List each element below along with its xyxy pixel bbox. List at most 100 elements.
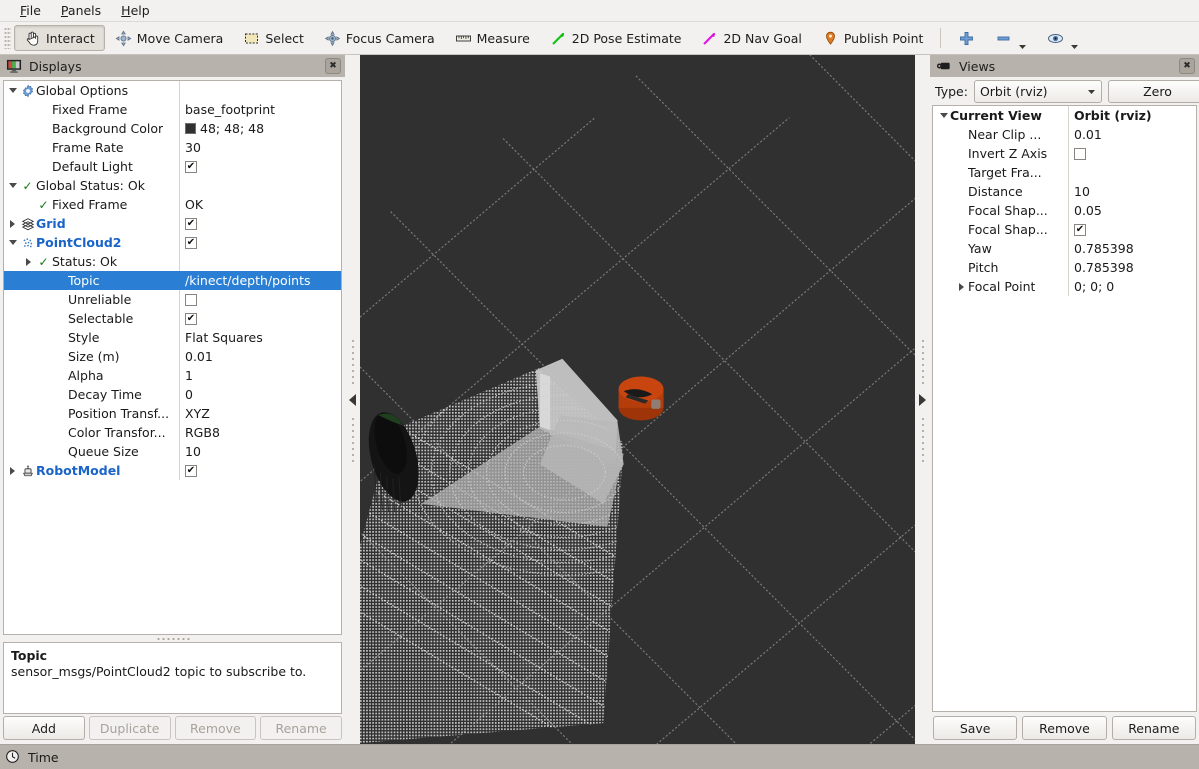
row-value-cell[interactable]: ✔ <box>179 157 341 176</box>
display-row-decay-time[interactable]: Decay Time 0 <box>4 385 341 404</box>
display-row-status-ok[interactable]: ✓ Status: Ok <box>4 252 341 271</box>
tool-focus-camera[interactable]: Focus Camera <box>314 25 445 51</box>
row-value-cell[interactable]: 0.05 <box>1068 201 1196 220</box>
expander[interactable] <box>6 183 19 188</box>
view-row-current-view[interactable]: Current View Orbit (rviz) <box>933 106 1196 125</box>
display-row-selectable[interactable]: Selectable ✔ <box>4 309 341 328</box>
expander[interactable] <box>955 282 968 291</box>
save-view-button[interactable]: Save <box>933 716 1018 740</box>
add-display-button[interactable]: Add <box>3 716 85 740</box>
display-row-alpha[interactable]: Alpha 1 <box>4 366 341 385</box>
tool-2d-nav-goal[interactable]: 2D Nav Goal <box>691 25 811 51</box>
row-value-cell[interactable]: 0.785398 <box>1068 239 1196 258</box>
view-row-pitch[interactable]: Pitch 0.785398 <box>933 258 1196 277</box>
display-row-robotmodel[interactable]: RobotModel ✔ <box>4 461 341 480</box>
menu-panels[interactable]: Panels <box>51 1 111 20</box>
row-value-cell[interactable] <box>179 176 341 195</box>
displays-close-button[interactable]: ✖ <box>325 58 341 74</box>
row-value-cell[interactable]: ✔ <box>179 233 341 252</box>
zero-button[interactable]: Zero <box>1107 79 1199 103</box>
display-row-position-transf[interactable]: Position Transf... XYZ <box>4 404 341 423</box>
row-value-cell[interactable]: 0 <box>179 385 341 404</box>
view-row-focal-shap[interactable]: Focal Shap... 0.05 <box>933 201 1196 220</box>
display-row-global-status-ok[interactable]: ✓ Global Status: Ok <box>4 176 341 195</box>
row-checkbox[interactable] <box>1074 147 1086 160</box>
row-value-cell[interactable] <box>179 81 341 100</box>
row-value-cell[interactable] <box>179 290 341 309</box>
color-swatch[interactable] <box>185 123 196 134</box>
expander[interactable] <box>22 257 35 266</box>
row-value-cell[interactable]: 0.01 <box>1068 125 1196 144</box>
expander[interactable] <box>6 219 19 228</box>
tool-publish-point[interactable]: Publish Point <box>812 25 934 51</box>
row-value-cell[interactable]: 0.785398 <box>1068 258 1196 277</box>
row-value-cell[interactable]: 0; 0; 0 <box>1068 277 1196 296</box>
view-row-target-fra[interactable]: Target Fra... <box>933 163 1196 182</box>
view-row-near-clip[interactable]: Near Clip ... 0.01 <box>933 125 1196 144</box>
displays-splitter[interactable] <box>0 635 345 642</box>
collapse-right-arrow-icon[interactable] <box>919 393 926 406</box>
display-row-grid[interactable]: Grid ✔ <box>4 214 341 233</box>
display-row-background-color[interactable]: Background Color 48; 48; 48 <box>4 119 341 138</box>
row-value-cell[interactable]: XYZ <box>179 404 341 423</box>
display-row-global-options[interactable]: Global Options <box>4 81 341 100</box>
display-row-frame-rate[interactable]: Frame Rate 30 <box>4 138 341 157</box>
view-row-focal-point[interactable]: Focal Point 0; 0; 0 <box>933 277 1196 296</box>
add-tool-button[interactable] <box>948 25 985 51</box>
display-row-pointcloud2[interactable]: PointCloud2 ✔ <box>4 233 341 252</box>
row-checkbox[interactable]: ✔ <box>1074 223 1086 236</box>
remove-view-button[interactable]: Remove <box>1022 716 1107 740</box>
row-value-cell[interactable]: Flat Squares <box>179 328 341 347</box>
row-value-cell[interactable]: RGB8 <box>179 423 341 442</box>
row-value-cell[interactable] <box>179 252 341 271</box>
tool-measure[interactable]: Measure <box>445 25 540 51</box>
displays-tree[interactable]: Global Options Fixed Frame base_footprint B… <box>3 80 342 635</box>
row-value-cell[interactable]: base_footprint <box>179 100 341 119</box>
tool-interact[interactable]: Interact <box>14 25 105 51</box>
view-row-focal-shap[interactable]: Focal Shap... ✔ <box>933 220 1196 239</box>
display-row-topic[interactable]: Topic/kinect/depth/points <box>4 271 341 290</box>
expander[interactable] <box>6 466 19 475</box>
view-row-yaw[interactable]: Yaw 0.785398 <box>933 239 1196 258</box>
display-row-style[interactable]: Style Flat Squares <box>4 328 341 347</box>
row-checkbox[interactable]: ✔ <box>185 160 197 173</box>
row-checkbox[interactable]: ✔ <box>185 217 197 230</box>
display-row-fixed-frame[interactable]: ✓ Fixed Frame OK <box>4 195 341 214</box>
tool-select[interactable]: Select <box>233 25 314 51</box>
display-row-queue-size[interactable]: Queue Size 10 <box>4 442 341 461</box>
rename-display-button[interactable]: Rename <box>260 716 342 740</box>
row-value-cell[interactable]: 48; 48; 48 <box>179 119 341 138</box>
collapse-left-arrow-icon[interactable] <box>349 393 356 406</box>
3d-viewport[interactable] <box>360 55 915 744</box>
row-value-cell[interactable]: ✔ <box>179 214 341 233</box>
views-tool-button[interactable] <box>1037 25 1089 51</box>
menu-file[interactable]: File <box>10 1 51 20</box>
row-value-cell[interactable]: 10 <box>179 442 341 461</box>
row-checkbox[interactable]: ✔ <box>185 312 197 325</box>
row-value-cell[interactable]: ✔ <box>179 461 341 480</box>
tool-move-camera[interactable]: Move Camera <box>105 25 234 51</box>
display-row-unreliable[interactable]: Unreliable <box>4 290 341 309</box>
view-type-select[interactable]: Orbit (rviz) <box>973 79 1102 103</box>
view-row-distance[interactable]: Distance 10 <box>933 182 1196 201</box>
tool-2d-pose-estimate[interactable]: 2D Pose Estimate <box>540 25 692 51</box>
remove-display-button[interactable]: Remove <box>174 716 257 740</box>
right-splitter[interactable] <box>915 55 930 744</box>
row-checkbox[interactable]: ✔ <box>185 464 197 477</box>
views-tree[interactable]: Current View Orbit (rviz) Near Clip ... 0.0… <box>932 105 1197 712</box>
expander[interactable] <box>6 88 19 93</box>
duplicate-display-button[interactable]: Duplicate <box>88 716 171 740</box>
row-value-cell[interactable]: 30 <box>179 138 341 157</box>
row-value-cell[interactable] <box>1068 163 1196 182</box>
left-splitter[interactable] <box>345 55 360 744</box>
row-value-cell[interactable]: Orbit (rviz) <box>1068 106 1196 125</box>
menu-help[interactable]: Help <box>111 1 160 20</box>
remove-tool-button[interactable] <box>985 25 1037 51</box>
expander[interactable] <box>937 113 950 118</box>
row-value-cell[interactable]: 1 <box>179 366 341 385</box>
display-row-fixed-frame[interactable]: Fixed Frame base_footprint <box>4 100 341 119</box>
row-value-cell[interactable] <box>1068 144 1196 163</box>
display-row-size-m[interactable]: Size (m) 0.01 <box>4 347 341 366</box>
views-close-button[interactable]: ✖ <box>1179 58 1195 74</box>
view-row-invert-z-axis[interactable]: Invert Z Axis <box>933 144 1196 163</box>
